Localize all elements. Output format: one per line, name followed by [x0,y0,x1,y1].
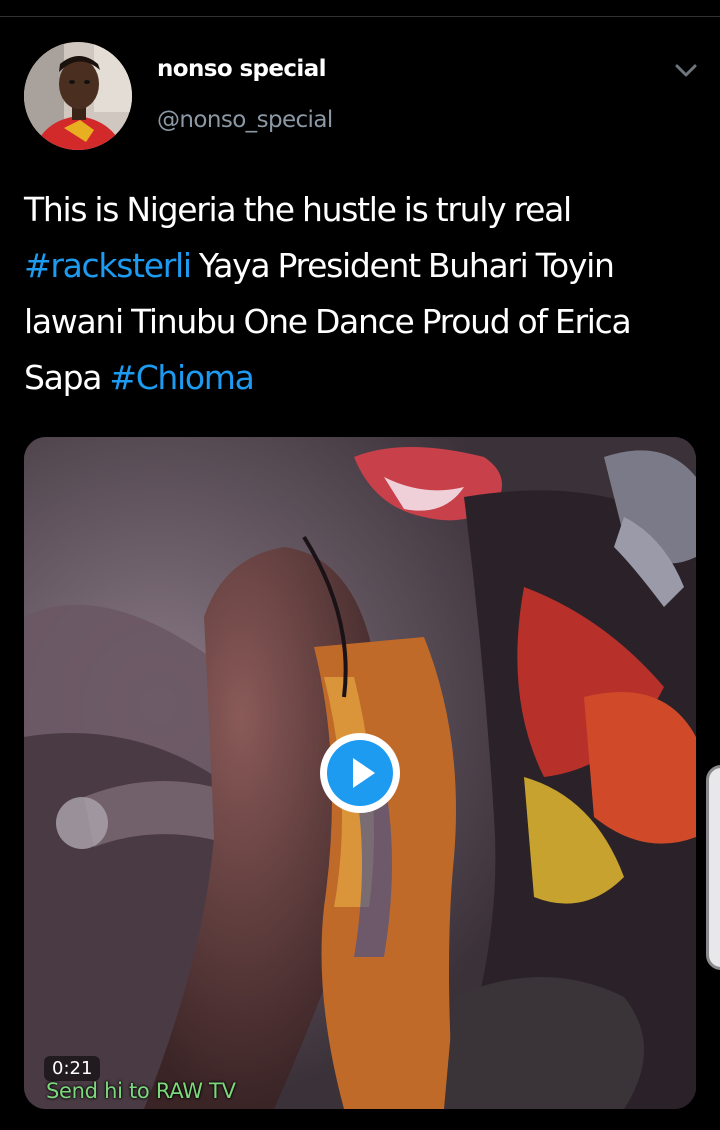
avatar-image [24,42,132,150]
author-handle[interactable]: @nonso_special [157,107,333,133]
chevron-down-icon[interactable] [672,58,700,84]
top-divider [0,16,720,17]
avatar[interactable] [24,42,132,150]
author-name[interactable]: nonso special [157,56,327,82]
tweet-line-2-text: Yaya President Buhari Toyin [190,246,615,285]
tweet-line-4-text: Sapa [24,358,110,397]
tweet-line-2: #racksterli Yaya President Buhari Toyin [24,238,704,294]
tweet-line-3: lawani Tinubu One Dance Proud of Erica [24,302,632,341]
play-button[interactable] [320,733,400,813]
video-player[interactable]: 0:21 Send hi to RAW TV [24,437,696,1109]
hashtag-chioma[interactable]: #Chioma [109,358,255,397]
tweet-line-1: This is Nigeria the hustle is truly real [24,190,572,229]
hashtag-racksterli[interactable]: #racksterli [24,246,192,285]
video-watermark: Send hi to RAW TV [46,1079,236,1103]
tweet-line-4: Sapa #Chioma [24,350,704,406]
tweet-text: This is Nigeria the hustle is truly real… [24,182,704,406]
duration-badge: 0:21 [44,1056,101,1081]
play-icon [327,740,393,806]
edge-scroll-handle[interactable] [706,765,720,970]
